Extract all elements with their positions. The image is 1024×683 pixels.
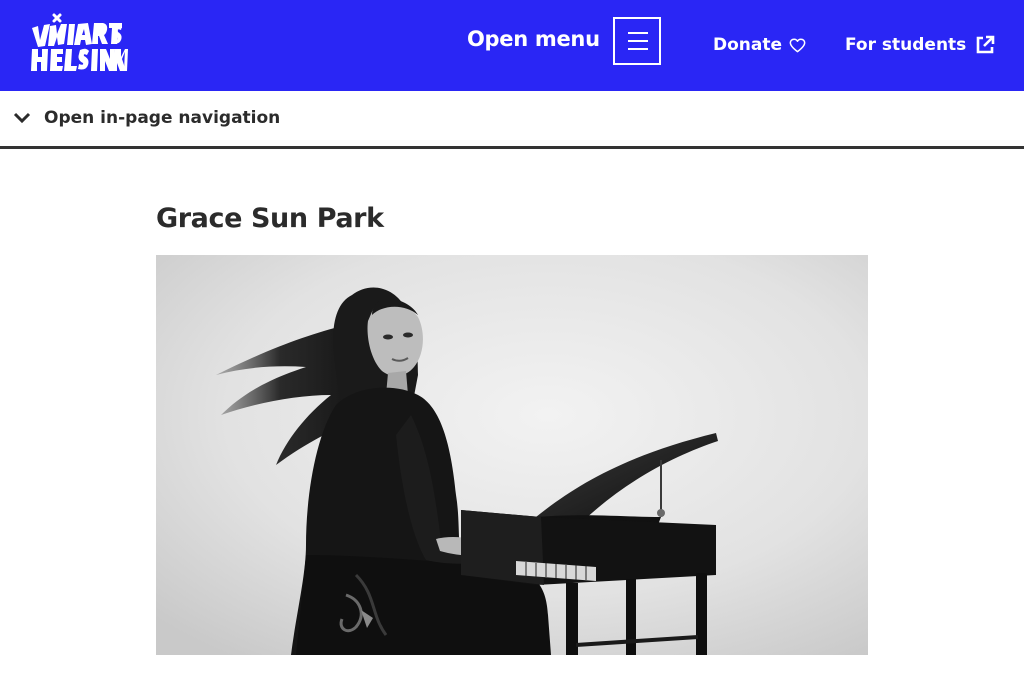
- open-menu-label[interactable]: Open menu: [467, 27, 600, 51]
- for-students-link[interactable]: For students: [845, 35, 995, 55]
- pianist-photo-illustration: [156, 255, 868, 655]
- in-page-navigation-toggle[interactable]: Open in-page navigation: [0, 91, 1024, 149]
- site-logo[interactable]: [28, 12, 128, 78]
- page-title: Grace Sun Park: [156, 203, 384, 234]
- site-header: Open menu Donate For students: [0, 0, 1024, 91]
- in-page-navigation-label: Open in-page navigation: [44, 108, 281, 128]
- menu-button[interactable]: [613, 17, 661, 65]
- uniarts-logo-icon: [31, 13, 128, 71]
- for-students-label: For students: [845, 35, 967, 55]
- donate-label: Donate: [713, 35, 783, 55]
- heart-icon: [789, 37, 806, 52]
- profile-photo: [156, 255, 868, 655]
- external-link-icon: [977, 35, 995, 54]
- chevron-down-icon: [13, 112, 31, 124]
- donate-link[interactable]: Donate: [713, 35, 806, 55]
